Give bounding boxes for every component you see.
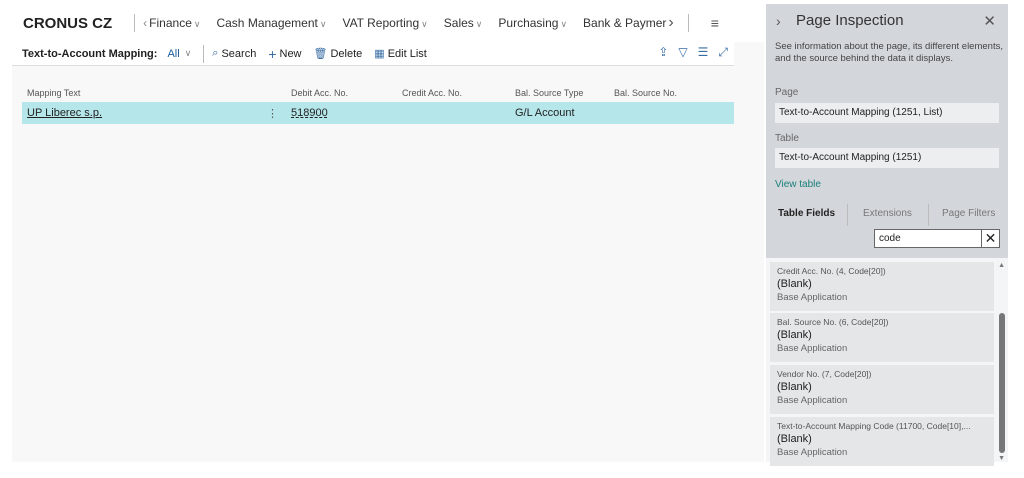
view-table-link[interactable]: View table [775, 179, 821, 190]
field-value: (Blank) [777, 381, 812, 393]
row-menu-icon[interactable]: ⋮ [267, 107, 278, 120]
inspection-tabs: Table Fields Extensions Page Filters [766, 204, 1008, 226]
field-search-input[interactable]: code ✕ [874, 229, 1000, 248]
field-source: Base Application [777, 343, 848, 354]
nav-label: Sales [443, 16, 474, 30]
close-icon[interactable]: ✕ [983, 12, 996, 30]
debit-acc-cell[interactable]: 518900 [291, 107, 328, 119]
tab-extensions[interactable]: Extensions [863, 208, 912, 219]
search-label: Search [221, 47, 257, 60]
field-source: Base Application [777, 447, 848, 458]
list-view-icon[interactable]: ☰ [698, 45, 709, 60]
chevron-down-icon: ∨ [184, 48, 192, 58]
bal-source-type-cell[interactable]: G/L Account [515, 107, 575, 119]
scroll-up-icon[interactable]: ▲ [998, 262, 1005, 269]
collapse-chevron-icon[interactable]: › [776, 13, 781, 29]
field-name: Bal. Source No. (6, Code[20]) [777, 317, 889, 327]
nav-scroll-left-icon[interactable]: ‹ [143, 16, 147, 30]
expand-icon[interactable]: ⤢ [718, 45, 728, 60]
field-card[interactable]: Vendor No. (7, Code[20]) (Blank) Base Ap… [770, 365, 994, 414]
table-label: Table [775, 133, 799, 144]
panel-description: See information about the page, its diff… [775, 41, 1003, 64]
column-header[interactable]: Bal. Source Type [515, 88, 583, 98]
delete-button[interactable]: 🗑︎ Delete [313, 47, 363, 61]
edit-list-icon: ▦ [374, 48, 385, 60]
field-card[interactable]: Bal. Source No. (6, Code[20]) (Blank) Ba… [770, 313, 994, 362]
nav-label: Bank & Paymer [583, 16, 667, 30]
scroll-down-icon[interactable]: ▼ [998, 455, 1005, 462]
search-button[interactable]: ⌕ Search [212, 47, 256, 60]
column-header[interactable]: Credit Acc. No. [402, 88, 462, 98]
field-value: (Blank) [777, 329, 812, 341]
field-card[interactable]: Credit Acc. No. (4, Code[20]) (Blank) Ba… [770, 262, 994, 311]
divider [203, 44, 205, 63]
list-grid: Mapping Text Debit Acc. No. Credit Acc. … [22, 84, 734, 124]
page-caption: Text-to-Account Mapping: [22, 47, 158, 60]
nav-label: VAT Reporting [342, 16, 420, 30]
page-value: Text-to-Account Mapping (1251, List) [775, 103, 999, 123]
nav-scroll-right-icon[interactable]: › [668, 14, 673, 32]
chevron-down-icon: ∨ [560, 19, 568, 29]
field-card[interactable]: Text-to-Account Mapping Code (11700, Cod… [770, 417, 994, 466]
page-label: Page [775, 87, 799, 98]
column-header[interactable]: Bal. Source No. [614, 88, 677, 98]
page-inspection-panel: › Page Inspection ✕ See information abou… [766, 4, 1008, 466]
chevron-down-icon: ∨ [475, 19, 483, 29]
tab-page-filters[interactable]: Page Filters [942, 208, 995, 219]
nav-finance[interactable]: Finance ∨ [149, 16, 200, 30]
new-button[interactable]: + New [268, 46, 301, 62]
nav-sales[interactable]: Sales ∨ [444, 16, 483, 30]
table-value: Text-to-Account Mapping (1251) [775, 148, 999, 168]
divider [687, 14, 689, 32]
scrollbar-thumb[interactable] [999, 313, 1005, 453]
table-row[interactable]: UP Liberec s.p. ⋮ 518900 G/L Account [22, 102, 734, 124]
divider [847, 204, 848, 226]
field-name: Text-to-Account Mapping Code (11700, Cod… [777, 421, 971, 431]
field-name: Credit Acc. No. (4, Code[20]) [777, 266, 886, 276]
nav-label: Purchasing [498, 16, 559, 30]
nav-label: Cash Management [216, 16, 318, 30]
chevron-down-icon: ∨ [421, 19, 428, 29]
nav-vat-reporting[interactable]: VAT Reporting ∨ [342, 16, 427, 30]
nav-purchasing[interactable]: Purchasing ∨ [498, 16, 567, 30]
main-page: CRONUS CZ ‹ Finance ∨ Cash Management ∨ VA… [12, 4, 764, 462]
plus-icon: + [268, 45, 277, 62]
tab-table-fields[interactable]: Table Fields [778, 208, 835, 219]
column-header[interactable]: Mapping Text [27, 88, 80, 98]
company-name[interactable]: CRONUS CZ [23, 15, 112, 32]
filter-icon[interactable]: ▽ [678, 45, 687, 60]
field-name: Vendor No. (7, Code[20]) [777, 369, 872, 379]
divider [928, 204, 929, 226]
mapping-text-cell[interactable]: UP Liberec s.p. [27, 107, 102, 119]
filter-label: All [167, 47, 180, 60]
share-icon[interactable]: ⇪ [658, 45, 668, 60]
field-list: Credit Acc. No. (4, Code[20]) (Blank) Ba… [766, 258, 1008, 466]
divider [134, 14, 136, 32]
hamburger-menu-icon[interactable]: ≡ [711, 15, 719, 31]
chevron-down-icon: ∨ [193, 19, 201, 29]
trash-icon: 🗑︎ [313, 48, 328, 60]
action-icons: ⇪ ▽ ☰ ⤢ [658, 45, 728, 60]
field-source: Base Application [777, 292, 848, 303]
clear-search-icon[interactable]: ✕ [981, 230, 999, 247]
field-value: (Blank) [777, 278, 812, 290]
search-icon: ⌕ [212, 47, 219, 59]
field-value: (Blank) [777, 433, 812, 445]
field-source: Base Application [777, 395, 848, 406]
edit-list-label: Edit List [387, 47, 427, 60]
edit-list-button[interactable]: ▦ Edit List [374, 47, 427, 61]
chevron-down-icon: ∨ [319, 19, 327, 29]
column-header[interactable]: Debit Acc. No. [291, 88, 348, 98]
delete-label: Delete [330, 47, 363, 60]
nav-bank-payments[interactable]: Bank & Paymer [583, 16, 666, 30]
panel-title: Page Inspection [796, 12, 904, 29]
nav-label: Finance [149, 16, 192, 30]
top-navigation: CRONUS CZ ‹ Finance ∨ Cash Management ∨ VA… [12, 4, 764, 42]
action-bar: Text-to-Account Mapping: All ∨ ⌕ Search + N… [12, 42, 734, 66]
nav-cash-management[interactable]: Cash Management ∨ [216, 16, 326, 30]
search-value: code [879, 233, 901, 244]
new-label: New [279, 47, 302, 60]
grid-header: Mapping Text Debit Acc. No. Credit Acc. … [22, 84, 734, 102]
view-filter-dropdown[interactable]: All ∨ [167, 48, 191, 60]
